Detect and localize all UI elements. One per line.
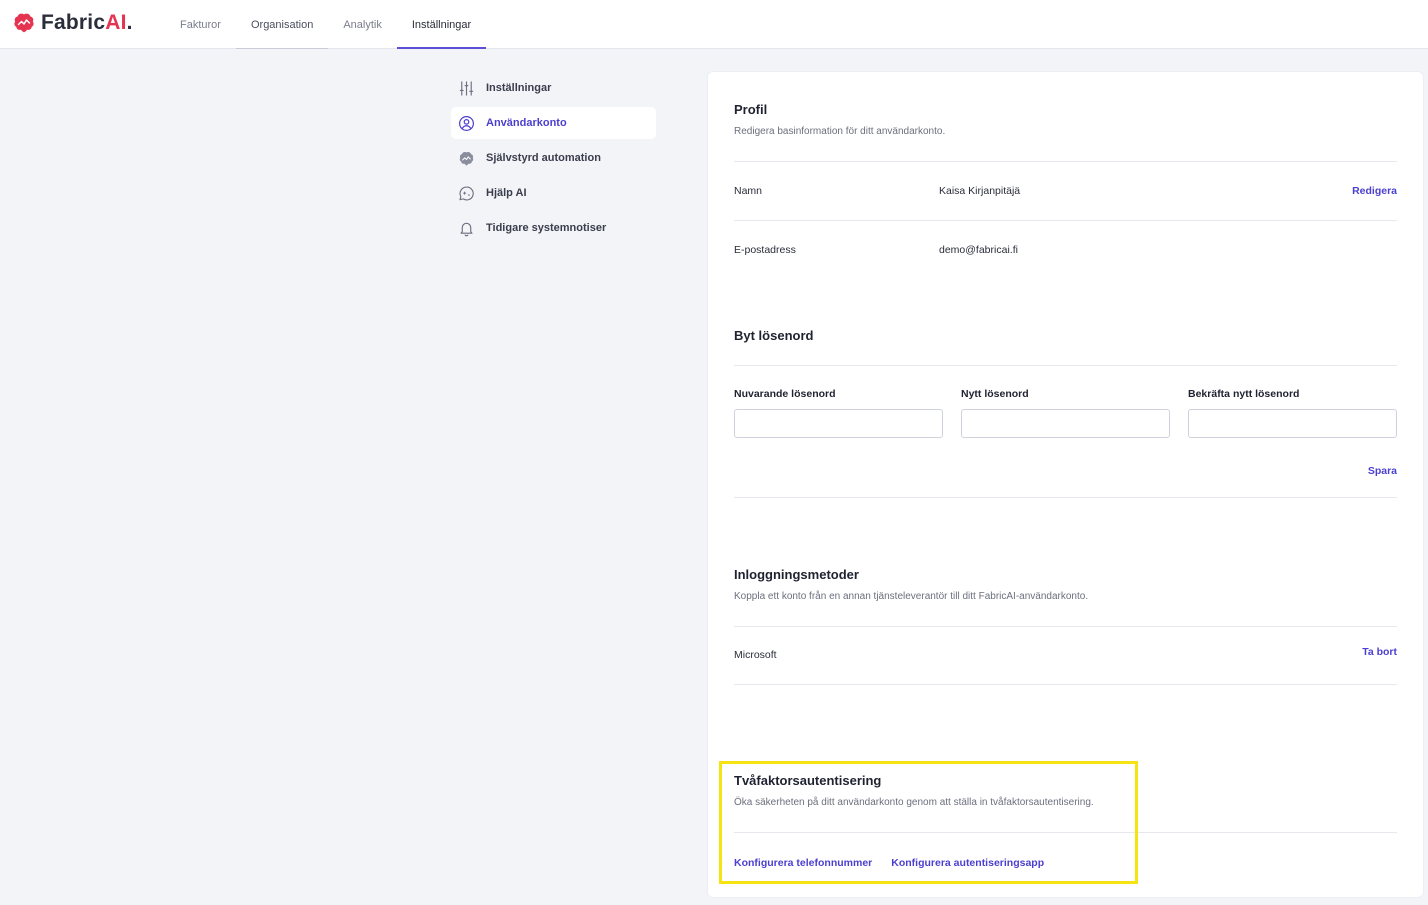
sidebar-item-anvandarkonto[interactable]: Användarkonto bbox=[451, 107, 656, 139]
current-password-group: Nuvarande lösenord bbox=[734, 388, 943, 438]
sidebar-item-installningar[interactable]: Inställningar bbox=[451, 72, 656, 104]
divider bbox=[734, 365, 1397, 366]
settings-sidebar: Inställningar Användarkonto Självstyrd a… bbox=[451, 72, 656, 247]
profile-title: Profil bbox=[734, 102, 768, 117]
user-circle-icon bbox=[458, 115, 475, 132]
new-password-input[interactable] bbox=[961, 409, 1170, 438]
divider bbox=[734, 626, 1397, 627]
sidebar-item-label: Tidigare systemnotiser bbox=[486, 222, 607, 234]
sidebar-item-hjalp-ai[interactable]: Hjälp AI bbox=[451, 177, 656, 209]
microsoft-row: Microsoft Ta bort bbox=[734, 646, 1397, 666]
ai-chat-icon bbox=[458, 185, 475, 202]
password-section: Byt lösenord bbox=[734, 328, 1397, 343]
divider bbox=[734, 161, 1397, 162]
configure-auth-app-link[interactable]: Konfigurera autentiseringsapp bbox=[891, 857, 1044, 869]
save-row: Spara bbox=[734, 461, 1397, 479]
new-password-group: Nytt lösenord bbox=[961, 388, 1170, 438]
top-bar: FabricAI. Fakturor Organisation Analytik… bbox=[0, 0, 1428, 49]
name-value: Kaisa Kirjanpitäjä bbox=[939, 185, 1021, 197]
login-methods-section: Inloggningsmetoder Koppla ett konto från… bbox=[734, 567, 1397, 602]
microsoft-provider-label: Microsoft bbox=[734, 649, 777, 661]
sidebar-item-label: Självstyrd automation bbox=[486, 152, 601, 164]
nav-tab-fakturor[interactable]: Fakturor bbox=[165, 0, 236, 49]
name-label: Namn bbox=[734, 185, 763, 197]
name-row: Namn Kaisa Kirjanpitäjä Redigera bbox=[734, 182, 1397, 200]
brand-name: FabricAI. bbox=[41, 11, 133, 34]
remove-microsoft-link[interactable]: Ta bort bbox=[1362, 646, 1397, 658]
sidebar-item-sjalvstyrd-automation[interactable]: Självstyrd automation bbox=[451, 142, 656, 174]
confirm-password-input[interactable] bbox=[1188, 409, 1397, 438]
password-fields: Nuvarande lösenord Nytt lösenord Bekräft… bbox=[734, 388, 1397, 438]
nav-tab-organisation[interactable]: Organisation bbox=[235, 0, 329, 49]
main-nav: Fakturor Organisation Analytik Inställni… bbox=[165, 0, 487, 49]
divider bbox=[734, 220, 1397, 221]
current-password-label: Nuvarande lösenord bbox=[734, 388, 836, 400]
email-label: E-postadress bbox=[734, 244, 796, 256]
nav-tab-installningar[interactable]: Inställningar bbox=[396, 0, 487, 49]
profile-subtitle: Redigera basinformation för ditt använda… bbox=[734, 126, 946, 137]
current-password-input[interactable] bbox=[734, 409, 943, 438]
two-factor-actions: Konfigurera telefonnummer Konfigurera au… bbox=[734, 857, 1397, 869]
user-account-card: Profil Redigera basinformation för ditt … bbox=[707, 71, 1424, 898]
confirm-password-group: Bekräfta nytt lösenord bbox=[1188, 388, 1397, 438]
save-password-button[interactable]: Spara bbox=[1368, 465, 1397, 477]
two-factor-title: Tvåfaktorsautentisering bbox=[734, 773, 882, 788]
sliders-icon bbox=[458, 80, 475, 97]
divider bbox=[734, 497, 1397, 498]
nav-tab-analytik[interactable]: Analytik bbox=[328, 0, 397, 49]
email-row: E-postadress demo@fabricai.fi bbox=[734, 241, 1397, 259]
login-methods-title: Inloggningsmetoder bbox=[734, 567, 859, 582]
fabricai-logo[interactable]: FabricAI. bbox=[12, 11, 133, 35]
edit-name-link[interactable]: Redigera bbox=[1352, 185, 1397, 197]
configure-phone-link[interactable]: Konfigurera telefonnummer bbox=[734, 857, 872, 869]
brain-logo-icon bbox=[14, 13, 34, 33]
sidebar-item-label: Inställningar bbox=[486, 82, 552, 94]
password-title: Byt lösenord bbox=[734, 328, 814, 343]
login-methods-subtitle: Koppla ett konto från en annan tjänstele… bbox=[734, 591, 1089, 602]
divider bbox=[734, 684, 1397, 685]
two-factor-section: Tvåfaktorsautentisering Öka säkerheten p… bbox=[734, 773, 1397, 808]
divider bbox=[734, 832, 1397, 833]
bell-icon bbox=[458, 220, 475, 237]
email-value: demo@fabricai.fi bbox=[939, 244, 1018, 256]
two-factor-subtitle: Öka säkerheten på ditt användarkonto gen… bbox=[734, 797, 1094, 808]
sidebar-item-tidigare-systemnotiser[interactable]: Tidigare systemnotiser bbox=[451, 212, 656, 244]
profile-section: Profil Redigera basinformation för ditt … bbox=[734, 102, 1397, 137]
sidebar-item-label: Hjälp AI bbox=[486, 187, 527, 199]
sidebar-item-label: Användarkonto bbox=[486, 117, 567, 129]
new-password-label: Nytt lösenord bbox=[961, 388, 1029, 400]
confirm-password-label: Bekräfta nytt lösenord bbox=[1188, 388, 1300, 400]
brain-icon bbox=[458, 150, 475, 167]
